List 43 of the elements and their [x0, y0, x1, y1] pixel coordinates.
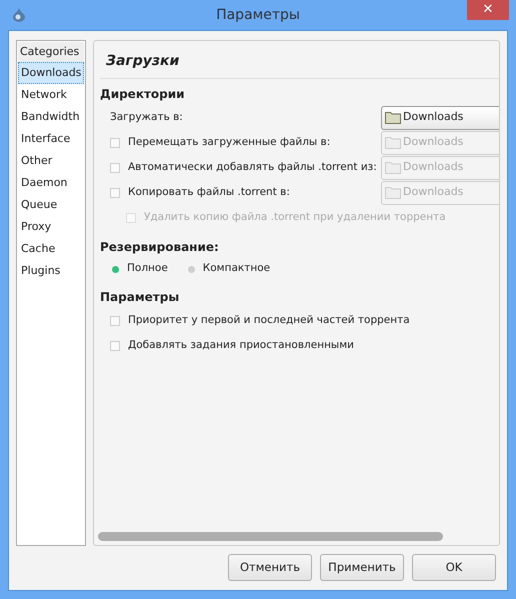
folder-picker[interactable]: Downloads [381, 106, 499, 130]
checkbox-label: Перемещать загруженные файлы в: [128, 134, 330, 150]
category-item[interactable]: Downloads [18, 62, 84, 84]
close-button[interactable]: ✕ [467, 0, 509, 20]
page-title: Загрузки [100, 41, 499, 79]
folder-icon [385, 161, 401, 174]
section-heading: Резервирование: [100, 239, 220, 256]
window-title: Параметры [216, 6, 300, 24]
category-item[interactable]: Other [18, 150, 84, 172]
dialog-button[interactable]: OK [412, 554, 496, 581]
dialog-button[interactable]: Применить [320, 554, 404, 581]
category-item[interactable]: Queue [18, 194, 84, 216]
category-item[interactable]: Interface [18, 128, 84, 150]
checkbox[interactable] [110, 316, 120, 326]
folder-icon [385, 136, 401, 149]
folder-icon [385, 111, 401, 124]
folder-icon [385, 186, 401, 199]
category-item[interactable]: Proxy [18, 216, 84, 238]
radio-dot[interactable] [112, 266, 119, 272]
app-icon [13, 8, 25, 22]
checkbox-label: Копировать файлы .torrent в: [128, 184, 290, 200]
scrollbar-thumb[interactable] [98, 532, 443, 541]
checkbox-label: Добавлять задания приостановленными [128, 338, 354, 353]
category-item[interactable]: Daemon [18, 172, 84, 194]
checkbox-label: Автоматически добавлять файлы .torrent из: [128, 160, 377, 175]
checkbox[interactable] [110, 138, 120, 148]
radio-label: Компактное [202, 261, 270, 276]
checkbox[interactable] [110, 162, 120, 172]
checkbox[interactable] [110, 340, 120, 350]
category-item[interactable]: Plugins [18, 260, 84, 282]
radio-label: Полное [127, 261, 168, 276]
category-item[interactable]: Cache [18, 238, 84, 260]
section-heading: Параметры [100, 289, 180, 306]
checkbox[interactable] [110, 188, 120, 198]
category-item[interactable]: Bandwidth [18, 106, 84, 128]
list-header: Categories [18, 42, 84, 62]
radio-dot[interactable] [188, 266, 195, 272]
category-item[interactable]: Network [18, 84, 84, 106]
field-label: Загружать в: [110, 110, 183, 125]
checkbox-label: Удалить копию файла .torrent при удалении торрента [144, 210, 446, 225]
dialog-button[interactable]: Отменить [228, 554, 312, 581]
section-heading: Директории [100, 86, 186, 103]
checkbox-label: Приоритет у первой и последней частей торрента [128, 312, 410, 328]
